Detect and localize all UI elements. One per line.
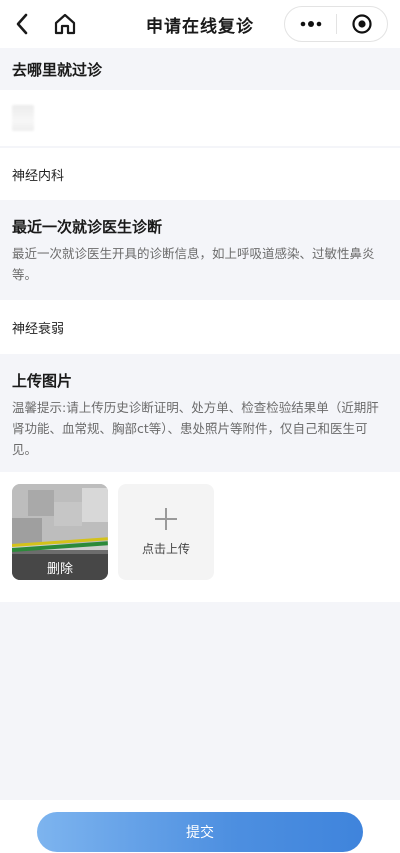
close-target-icon[interactable]	[337, 7, 387, 41]
hospital-field[interactable]	[0, 90, 400, 146]
upload-section-header: 上传图片 温馨提示:请上传历史诊断证明、处方单、检查检验结果单（近期肝肾功能、血…	[0, 354, 400, 472]
thumb-pixel	[82, 488, 108, 522]
department-field[interactable]: 神经内科	[0, 148, 400, 200]
upload-label: 点击上传	[141, 541, 190, 556]
where-section-title: 去哪里就过诊	[12, 60, 103, 79]
diagnosis-section-desc: 最近一次就诊医生开具的诊断信息，如上呼吸道感染、过敏性鼻炎等。	[12, 246, 375, 282]
diagnosis-section-title: 最近一次就诊医生诊断	[12, 218, 163, 236]
back-icon[interactable]	[10, 10, 34, 38]
submit-button[interactable]: 提交	[37, 812, 363, 852]
upload-section-title: 上传图片	[12, 372, 73, 390]
nav-bar: 申请在线复诊	[0, 0, 400, 48]
home-icon[interactable]	[50, 10, 80, 38]
thumb-pixel	[28, 490, 54, 516]
uploaded-image-thumbnail[interactable]: 删除	[12, 484, 108, 580]
where-section-header: 去哪里就过诊	[0, 48, 400, 90]
upload-area: 删除 点击上传	[0, 472, 400, 602]
diagnosis-input[interactable]: 神经衰弱	[0, 300, 400, 354]
mini-program-capsule	[284, 6, 388, 42]
delete-image-button[interactable]: 删除	[12, 554, 108, 580]
more-icon[interactable]	[285, 7, 336, 41]
diagnosis-value: 神经衰弱	[12, 321, 65, 337]
hospital-value-redacted	[12, 105, 34, 131]
thumb-pixel	[12, 518, 42, 544]
department-value: 神经内科	[12, 168, 65, 184]
upload-button[interactable]: 点击上传	[118, 484, 214, 580]
upload-section-desc: 温馨提示:请上传历史诊断证明、处方单、检查检验结果单（近期肝肾功能、血常规、胸部…	[12, 400, 379, 457]
plus-icon	[155, 507, 177, 530]
bottom-bar: 提交	[0, 800, 400, 853]
diagnosis-section-header: 最近一次就诊医生诊断 最近一次就诊医生开具的诊断信息，如上呼吸道感染、过敏性鼻炎…	[0, 200, 400, 300]
thumb-pixel	[54, 502, 82, 526]
